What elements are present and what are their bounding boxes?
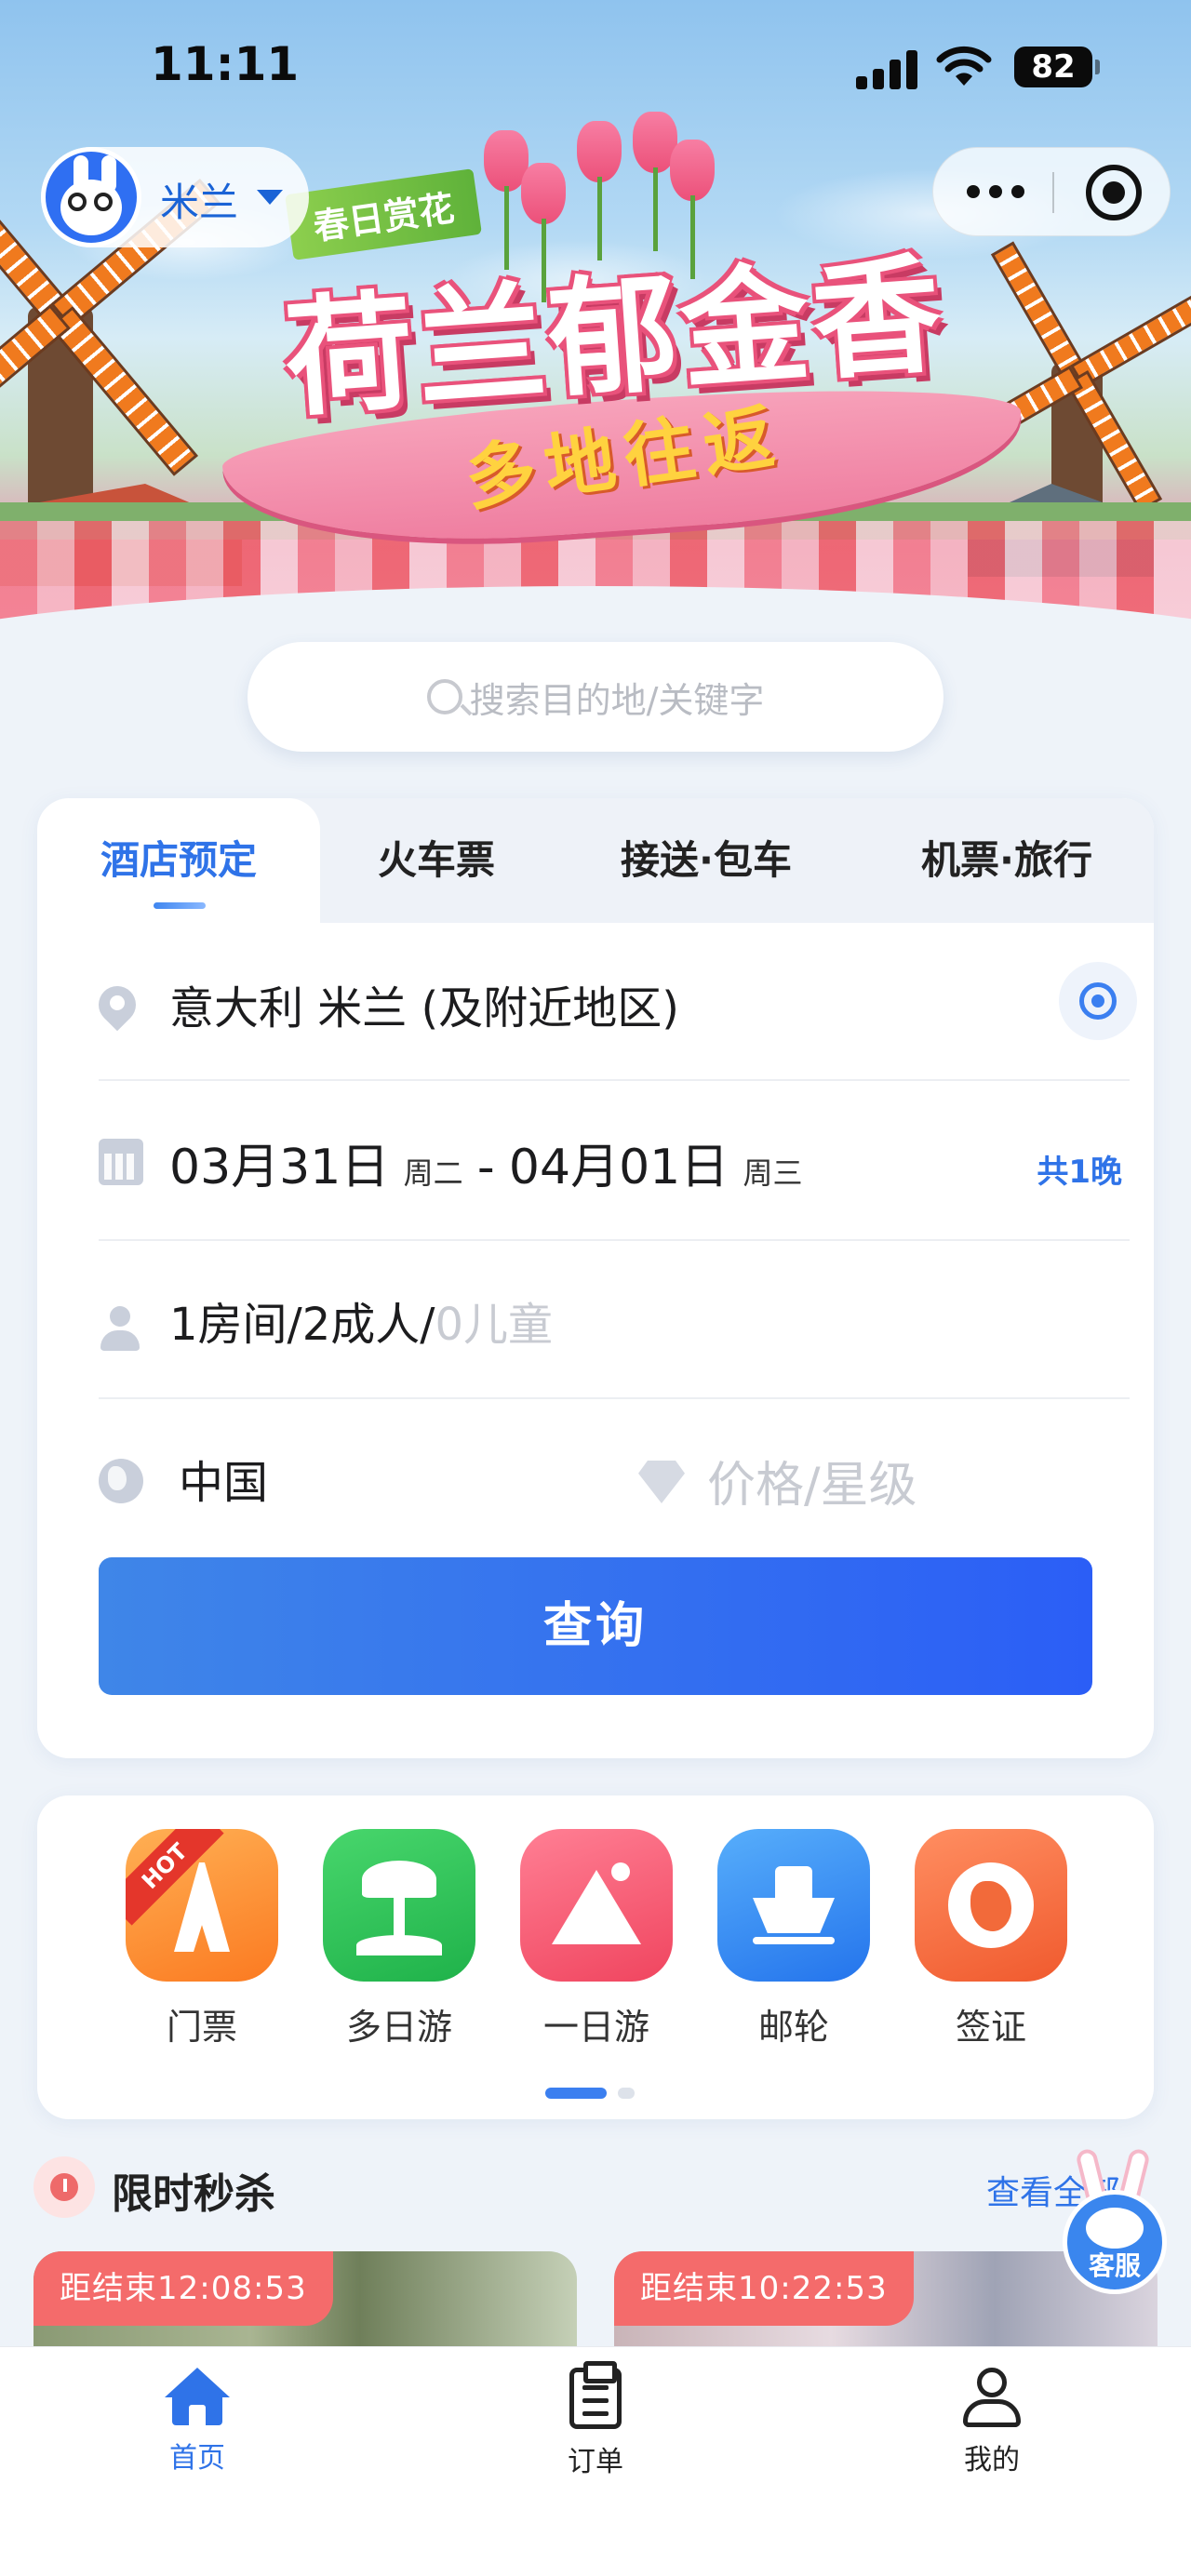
checkout-date: 04月01日 xyxy=(508,1140,729,1195)
tab-transfer[interactable]: 接送·包车 xyxy=(553,798,860,923)
flash-sale-header: 限时秒杀 查看全部 xyxy=(33,2153,1158,2223)
status-bar: 11:11 82 xyxy=(0,37,1191,102)
guests-row[interactable]: 1房间/2成人/0儿童 xyxy=(99,1241,1130,1399)
stopwatch-icon xyxy=(33,2156,95,2218)
capsule-divider xyxy=(1052,172,1054,213)
query-button[interactable]: 查询 xyxy=(99,1557,1092,1695)
price-star-selector[interactable]: 价格/星级 xyxy=(707,1446,917,1515)
date-separator: - xyxy=(476,1140,495,1195)
order-clipboard-icon xyxy=(569,2361,622,2429)
tulip-icon xyxy=(521,163,566,302)
nav-label: 首页 xyxy=(169,2442,225,2475)
quick-link-label: 门票 xyxy=(166,2007,237,2048)
quick-link-label: 邮轮 xyxy=(757,2007,829,2048)
checkin-weekday: 周二 xyxy=(403,1155,463,1191)
search-input[interactable]: 搜索目的地/关键字 xyxy=(248,642,943,752)
filter-row: 中国 价格/星级 xyxy=(99,1399,1130,1557)
mountain-icon xyxy=(520,1829,673,1982)
children-count: 0儿童 xyxy=(435,1299,553,1351)
quick-link-multi-day[interactable]: 多日游 xyxy=(320,1829,478,2049)
close-miniprogram-icon[interactable] xyxy=(1086,165,1142,220)
location-pin-icon xyxy=(90,978,144,1034)
booking-card: 酒店预定 火车票 接送·包车 机票·旅行 意大利 米兰 (及附近地区) 03月3… xyxy=(37,798,1154,1758)
quick-link-label: 一日游 xyxy=(542,2007,649,2048)
battery-icon: 82 xyxy=(1014,47,1100,87)
more-icon[interactable] xyxy=(967,181,1028,204)
date-range: 03月31日 周二 - 04月01日 周三 xyxy=(169,1128,803,1197)
miniprogram-capsule xyxy=(932,147,1171,236)
booking-tabs: 酒店预定 火车票 接送·包车 机票·旅行 xyxy=(37,798,1154,923)
quick-link-label: 签证 xyxy=(955,2007,1026,2048)
nights-count: 共1晚 xyxy=(1037,1154,1122,1191)
home-icon xyxy=(165,2368,230,2425)
destination-row[interactable]: 意大利 米兰 (及附近地区) xyxy=(90,923,1137,1081)
status-time: 11:11 xyxy=(151,37,300,91)
nav-orders[interactable]: 订单 xyxy=(502,2361,689,2479)
rooms-adults: 1房间/2成人/ xyxy=(169,1299,435,1351)
globe-visa-icon xyxy=(915,1829,1067,1982)
page-indicator xyxy=(545,2088,638,2099)
tab-train[interactable]: 火车票 xyxy=(320,798,553,923)
quick-link-tickets[interactable]: HOT 门票 xyxy=(123,1829,281,2049)
quick-link-visa[interactable]: 签证 xyxy=(912,1829,1070,2049)
customer-service-label: 客服 xyxy=(1088,2250,1141,2281)
tab-flight-travel[interactable]: 机票·旅行 xyxy=(860,798,1154,923)
caret-down-icon xyxy=(257,190,283,205)
nav-home[interactable]: 首页 xyxy=(104,2368,290,2476)
date-row[interactable]: 03月31日 周二 - 04月01日 周三 共1晚 xyxy=(99,1083,1130,1241)
quick-links-card: HOT 门票 多日游 一日游 邮轮 签证 xyxy=(37,1795,1154,2119)
locate-me-button[interactable] xyxy=(1059,962,1137,1040)
tulip-icon xyxy=(670,140,715,279)
mascot-avatar xyxy=(41,147,141,247)
search-icon xyxy=(426,679,462,714)
page-dot xyxy=(618,2088,635,2099)
cruise-ship-icon xyxy=(717,1829,870,1982)
page-dot-active xyxy=(545,2088,607,2099)
palm-tree-icon xyxy=(323,1829,475,1982)
tulip-icon xyxy=(577,121,622,260)
search-placeholder: 搜索目的地/关键字 xyxy=(469,679,765,721)
signal-icon xyxy=(856,48,919,89)
destination-text: 意大利 米兰 (及附近地区) xyxy=(169,982,679,1034)
nav-profile[interactable]: 我的 xyxy=(899,2368,1085,2477)
flash-sale-title: 限时秒杀 xyxy=(112,2170,275,2218)
globe-icon xyxy=(99,1459,143,1503)
guest-icon xyxy=(99,1306,141,1351)
city-selector[interactable]: 米兰 xyxy=(41,147,309,247)
quick-link-cruise[interactable]: 邮轮 xyxy=(715,1829,873,2049)
deal-countdown: 距结束10:22:53 xyxy=(614,2251,914,2326)
deal-countdown: 距结束12:08:53 xyxy=(33,2251,333,2326)
checkin-date: 03月31日 xyxy=(169,1140,390,1195)
city-name: 米兰 xyxy=(160,180,239,225)
quick-link-label: 多日游 xyxy=(345,2007,452,2048)
customer-service-button[interactable]: 客服 xyxy=(1057,2147,1172,2307)
active-tab-indicator xyxy=(154,902,206,909)
nav-label: 我的 xyxy=(964,2444,1020,2476)
quick-link-day-trip[interactable]: 一日游 xyxy=(517,1829,676,2049)
wifi-icon xyxy=(936,46,992,86)
nationality-selector[interactable]: 中国 xyxy=(179,1446,268,1511)
calendar-icon xyxy=(99,1139,143,1185)
guests-text: 1房间/2成人/0儿童 xyxy=(169,1288,553,1353)
bottom-nav: 首页 订单 我的 xyxy=(0,2346,1191,2576)
profile-icon xyxy=(963,2368,1021,2427)
checkout-weekday: 周三 xyxy=(743,1155,803,1191)
ticket-tower-icon: HOT xyxy=(126,1829,278,1982)
nav-label: 订单 xyxy=(568,2446,623,2478)
diamond-icon xyxy=(638,1461,685,1503)
